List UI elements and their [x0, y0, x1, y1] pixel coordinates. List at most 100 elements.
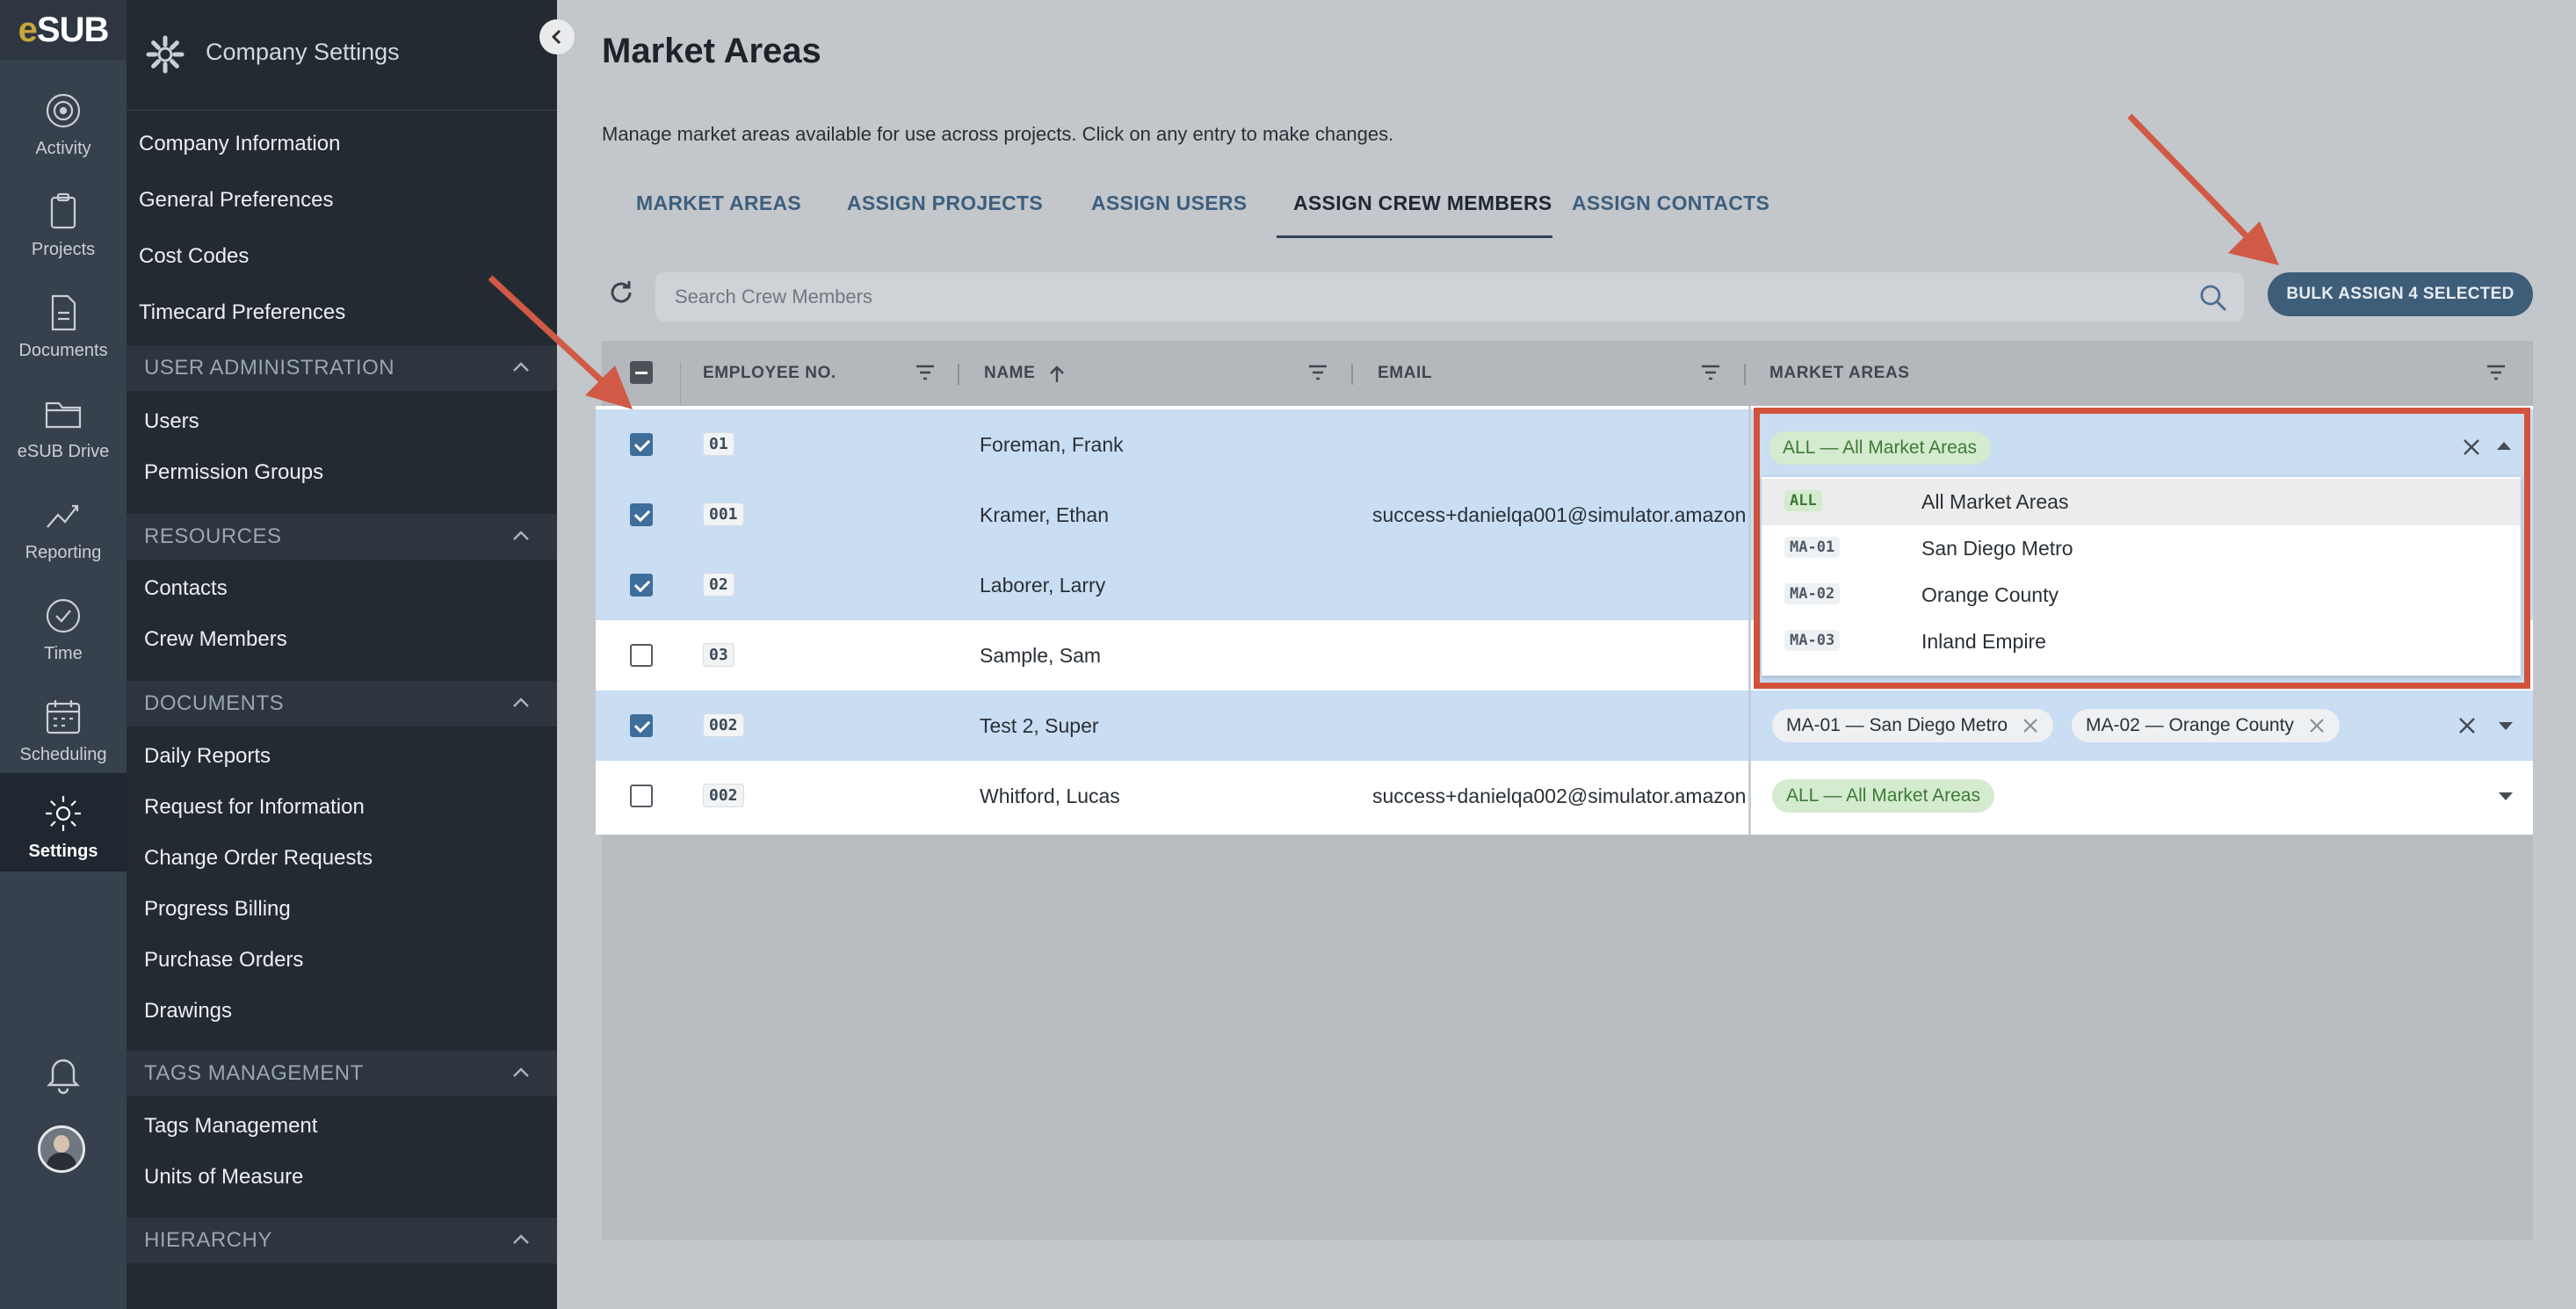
tab-market-areas[interactable]: MARKET AREAS: [636, 192, 801, 215]
employee-number: 01: [703, 432, 734, 456]
clear-icon[interactable]: [2461, 437, 2482, 458]
tab-assign-projects[interactable]: ASSIGN PROJECTS: [847, 192, 1043, 215]
menu-title: Company Settings: [206, 39, 400, 65]
row-checkbox[interactable]: [630, 574, 653, 597]
tab-assign-contacts[interactable]: ASSIGN CONTACTS: [1572, 192, 1769, 215]
menu-section-hierarchy[interactable]: HIERARCHY: [127, 1218, 557, 1263]
row-checkbox[interactable]: [630, 714, 653, 737]
employee-number: 02: [703, 573, 734, 597]
section-title: RESOURCES: [144, 524, 282, 548]
menu-link-cost-codes[interactable]: Cost Codes: [139, 244, 249, 269]
menu-link-purchase-orders[interactable]: Purchase Orders: [144, 948, 303, 973]
chart-icon: [47, 504, 79, 528]
menu-link-progress-billing[interactable]: Progress Billing: [144, 897, 291, 922]
menu-link-change-order-requests[interactable]: Change Order Requests: [144, 846, 373, 871]
folder-icon: [45, 401, 82, 429]
search-placeholder: Search Crew Members: [675, 286, 872, 307]
activity-icon: [46, 93, 81, 128]
menu-link-timecard-preferences[interactable]: Timecard Preferences: [139, 300, 345, 325]
market-area-chip[interactable]: ALL — All Market Areas: [1772, 779, 1994, 813]
search-icon[interactable]: [2198, 283, 2228, 313]
crew-member-name: Kramer, Ethan: [980, 503, 1110, 526]
arrow-to-bulk-button: [2127, 113, 2279, 265]
rail-item-drive[interactable]: eSUB Drive: [0, 373, 127, 472]
filter-icon[interactable]: [914, 362, 937, 383]
rail-item-projects[interactable]: Projects: [0, 171, 127, 270]
column-header-market-areas[interactable]: MARKET AREAS: [1769, 364, 1910, 383]
chevron-down-icon[interactable]: [2499, 792, 2513, 800]
menu-link-company-information[interactable]: Company Information: [139, 132, 340, 156]
chevron-up-icon: [513, 362, 529, 372]
bell-icon[interactable]: [40, 1050, 86, 1096]
market-area-chip[interactable]: MA-02 — Orange County: [2072, 709, 2340, 742]
menu-link-users[interactable]: Users: [144, 409, 199, 434]
active-tab-indicator: [1277, 235, 1552, 238]
menu-section-user-administration[interactable]: USER ADMINISTRATION: [127, 345, 557, 391]
menu-link-tags-management[interactable]: Tags Management: [144, 1114, 317, 1139]
menu-link-general-preferences[interactable]: General Preferences: [139, 188, 333, 213]
search-input[interactable]: Search Crew Members: [655, 272, 2244, 322]
refresh-icon[interactable]: [606, 278, 636, 307]
menu-section-resources[interactable]: RESOURCES: [127, 514, 557, 560]
menu-link-permission-groups[interactable]: Permission Groups: [144, 460, 323, 485]
market-area-chip[interactable]: MA-01 — San Diego Metro: [1772, 709, 2054, 742]
dropdown-option[interactable]: MA-03 Inland Empire: [1762, 618, 2521, 665]
option-code: MA-01: [1784, 537, 1841, 558]
column-separator: [1744, 364, 1746, 385]
market-area-chip[interactable]: ALL — All Market Areas: [1769, 431, 1991, 465]
rail-item-time[interactable]: Time: [0, 575, 127, 674]
crew-member-name: Whitford, Lucas: [980, 785, 1120, 807]
column-header-name[interactable]: NAME: [984, 364, 1035, 383]
table-header: [602, 341, 2533, 406]
dropdown-option[interactable]: ALL All Market Areas: [1762, 479, 2521, 525]
tab-assign-crew-members[interactable]: ASSIGN CREW MEMBERS: [1293, 192, 1552, 215]
menu-link-contacts[interactable]: Contacts: [144, 576, 228, 601]
avatar-body: [47, 1153, 76, 1170]
table-row[interactable]: 002 Whitford, Lucas success+danielqa002@…: [596, 761, 2533, 831]
filter-icon[interactable]: [1306, 362, 1329, 383]
collapse-menu-button[interactable]: [539, 19, 575, 54]
menu-link-rfi[interactable]: Request for Information: [144, 795, 365, 820]
remove-chip-icon[interactable]: [2022, 717, 2039, 734]
rail-item-settings[interactable]: Settings: [0, 773, 127, 871]
select-all-checkbox[interactable]: [630, 361, 653, 384]
section-title: DOCUMENTS: [144, 691, 285, 715]
rail-item-documents[interactable]: Documents: [0, 272, 127, 371]
tab-assign-users[interactable]: ASSIGN USERS: [1091, 192, 1247, 215]
settings-menu: Company Settings Company Information Gen…: [127, 0, 557, 1309]
chevron-down-icon[interactable]: [2499, 722, 2513, 730]
clear-icon[interactable]: [2457, 715, 2478, 736]
menu-link-crew-members[interactable]: Crew Members: [144, 627, 287, 652]
esub-logo[interactable]: e SUB: [0, 0, 127, 60]
sort-ascending-icon[interactable]: [1047, 364, 1067, 385]
dropdown-option[interactable]: MA-02 Orange County: [1762, 572, 2521, 618]
row-checkbox[interactable]: [630, 644, 653, 667]
avatar[interactable]: [38, 1125, 85, 1173]
rail-label: Projects: [31, 240, 96, 259]
menu-link-drawings[interactable]: Drawings: [144, 999, 232, 1023]
clock-icon: [46, 598, 81, 633]
column-header-email[interactable]: EMAIL: [1378, 364, 1432, 383]
menu-link-daily-reports[interactable]: Daily Reports: [144, 744, 271, 769]
table-row[interactable]: 002 Test 2, Super MA-01 — San Diego Metr…: [596, 691, 2533, 761]
menu-section-tags-management[interactable]: TAGS MANAGEMENT: [127, 1051, 557, 1096]
chip-label: ALL — All Market Areas: [1783, 438, 1977, 458]
menu-section-documents[interactable]: DOCUMENTS: [127, 681, 557, 727]
bulk-assign-button[interactable]: BULK ASSIGN 4 SELECTED: [2268, 272, 2533, 316]
column-separator: [1351, 364, 1353, 385]
row-checkbox[interactable]: [630, 785, 653, 807]
rail-item-reporting[interactable]: Reporting: [0, 474, 127, 573]
dropdown-option[interactable]: MA-01 San Diego Metro: [1762, 525, 2521, 572]
rail-item-scheduling[interactable]: Scheduling: [0, 676, 127, 775]
row-checkbox[interactable]: [630, 503, 653, 526]
chevron-up-icon[interactable]: [2497, 442, 2511, 450]
menu-link-units-of-measure[interactable]: Units of Measure: [144, 1165, 303, 1190]
column-header-employee-no[interactable]: EMPLOYEE NO.: [703, 364, 836, 383]
clipboard-icon: [50, 192, 76, 229]
rail-item-activity[interactable]: Activity: [0, 70, 127, 169]
filter-icon[interactable]: [1699, 362, 1722, 383]
filter-icon[interactable]: [2485, 362, 2507, 383]
crew-member-name: Foreman, Frank: [980, 433, 1124, 456]
remove-chip-icon[interactable]: [2308, 717, 2326, 734]
row-checkbox[interactable]: [630, 433, 653, 456]
